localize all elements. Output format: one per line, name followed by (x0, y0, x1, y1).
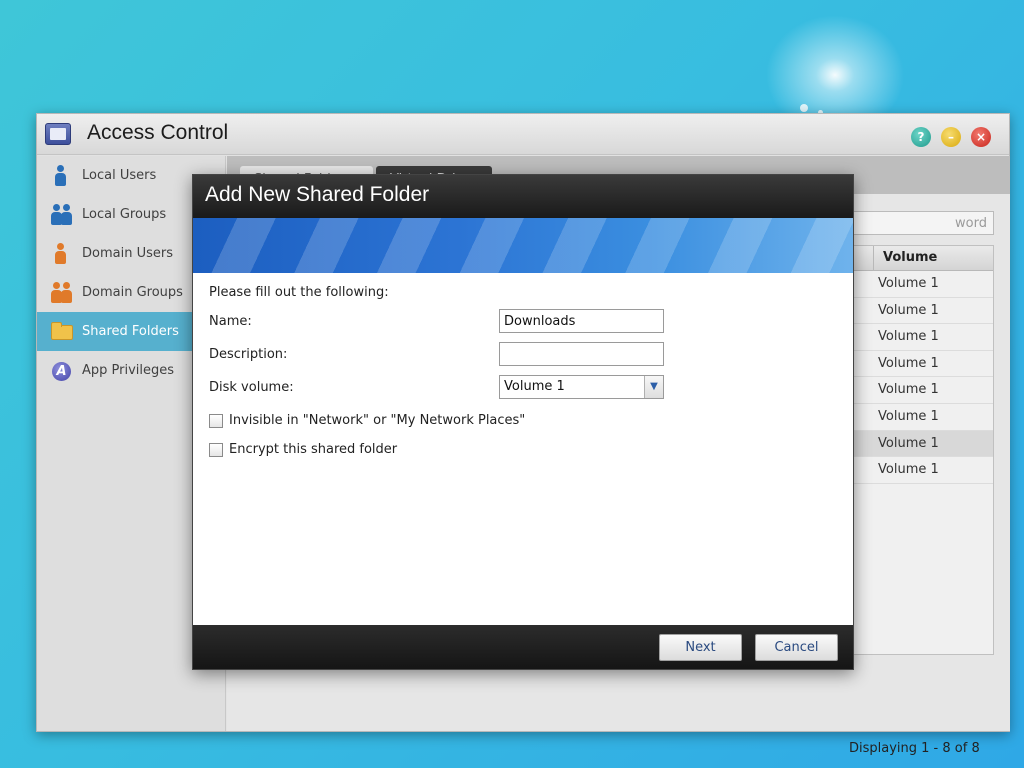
dialog-body: Please fill out the following: Name: Des… (193, 273, 853, 625)
app-privileges-icon: A (51, 360, 71, 382)
table-row[interactable]: Volume 1 (848, 271, 993, 298)
dialog-intro: Please fill out the following: (209, 285, 389, 300)
name-label: Name: (209, 314, 252, 329)
add-shared-folder-dialog: Add New Shared Folder Please fill out th… (192, 174, 854, 670)
chevron-down-icon[interactable]: ▼ (644, 376, 663, 398)
encrypt-checkbox[interactable] (209, 442, 223, 457)
disk-volume-label: Disk volume: (209, 380, 294, 395)
domain-user-icon (51, 242, 71, 265)
table-row[interactable]: Volume 1 (848, 404, 993, 431)
window-titlebar: Access Control ? – × (37, 114, 1009, 155)
table-row[interactable]: Volume 1 (848, 298, 993, 325)
cancel-button[interactable]: Cancel (755, 634, 838, 661)
dialog-footer: Next Cancel (193, 625, 853, 669)
close-icon[interactable]: × (971, 127, 991, 147)
table-row[interactable]: Volume 1 (848, 377, 993, 404)
sidebar-item-local-groups[interactable]: Local Groups (37, 195, 192, 234)
disk-volume-select[interactable]: Volume 1 ▼ (499, 375, 664, 399)
folder-icon (51, 321, 73, 343)
table-row[interactable]: Volume 1 (848, 457, 993, 484)
sidebar-item-domain-groups[interactable]: Domain Groups (37, 273, 192, 312)
invisible-checkbox[interactable] (209, 413, 223, 428)
table-row[interactable]: Volume 1 (848, 430, 993, 458)
group-icon (51, 203, 72, 226)
encrypt-label: Encrypt this shared folder (229, 442, 398, 457)
encrypt-option[interactable]: Encrypt this shared folder (209, 442, 397, 457)
pager-displaying: Displaying 1 - 8 of 8 (849, 741, 980, 756)
table-header: Volume (848, 246, 993, 271)
window-title: Access Control (87, 121, 229, 144)
help-icon[interactable]: ? (911, 127, 931, 147)
sidebar-item-local-users[interactable]: Local Users (37, 156, 192, 195)
table-row[interactable]: Volume 1 (848, 351, 993, 378)
desktop-sparkle (800, 104, 808, 112)
invisible-option[interactable]: Invisible in "Network" or "My Network Pl… (209, 413, 525, 428)
column-header-volume[interactable]: Volume (883, 250, 937, 265)
access-control-app-icon (45, 123, 71, 145)
sidebar-item-label: App Privileges (82, 363, 175, 378)
sidebar-item-label: Domain Users (82, 246, 173, 261)
dialog-banner (193, 218, 853, 273)
invisible-label: Invisible in "Network" or "My Network Pl… (229, 413, 526, 428)
sidebar-item-label: Local Groups (82, 207, 167, 222)
sidebar-item-app-privileges[interactable]: A App Privileges (37, 351, 192, 390)
table-row[interactable]: Volume 1 (848, 324, 993, 351)
name-input[interactable] (499, 309, 664, 333)
disk-volume-value: Volume 1 (504, 379, 565, 394)
dialog-title: Add New Shared Folder (205, 183, 430, 206)
next-button[interactable]: Next (659, 634, 742, 661)
minimize-icon[interactable]: – (941, 127, 961, 147)
description-label: Description: (209, 347, 288, 362)
search-input[interactable]: word (847, 211, 994, 235)
shared-folders-table: Volume Volume 1 Volume 1 Volume 1 Volume… (847, 245, 994, 655)
sidebar-item-domain-users[interactable]: Domain Users (37, 234, 192, 273)
sidebar-item-label: Shared Folders (82, 324, 179, 339)
description-input[interactable] (499, 342, 664, 366)
dialog-header: Add New Shared Folder (193, 175, 853, 218)
sidebar-item-label: Domain Groups (82, 285, 183, 300)
domain-group-icon (51, 281, 72, 304)
sidebar-item-shared-folders[interactable]: Shared Folders (37, 312, 192, 351)
sidebar-item-label: Local Users (82, 168, 157, 183)
user-icon (51, 164, 71, 187)
